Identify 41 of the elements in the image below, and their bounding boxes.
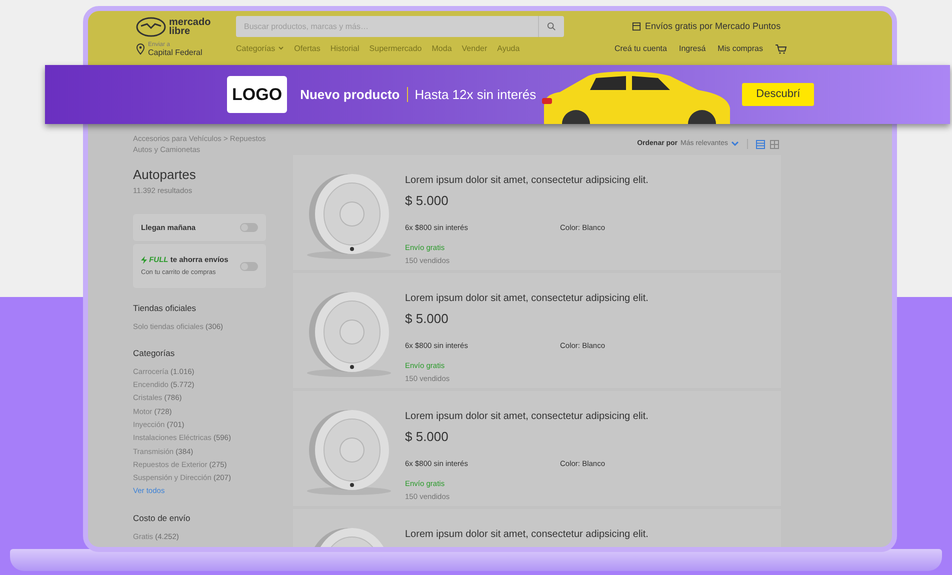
nav-link[interactable]: Historial bbox=[330, 43, 360, 55]
location-pin-icon bbox=[136, 43, 145, 55]
product-title[interactable]: Lorem ipsum dolor sit amet, consectetur adipsicing elit. bbox=[405, 527, 765, 542]
location-link[interactable]: Capital Federal bbox=[148, 49, 202, 57]
nav-link[interactable]: Categorías bbox=[236, 43, 276, 55]
filter-section-title: Costo de envío bbox=[133, 512, 192, 526]
box-icon bbox=[632, 22, 641, 31]
nav-link[interactable]: Moda bbox=[432, 43, 452, 55]
brand-logo: LOGO bbox=[227, 76, 288, 114]
filter-section-title: Categorías bbox=[133, 347, 176, 360]
product-price: $ 5.000 bbox=[405, 192, 450, 210]
product-title[interactable]: Lorem ipsum dolor sit amet, consectetur adipsicing elit. bbox=[405, 291, 765, 306]
chevron-down-icon[interactable] bbox=[278, 46, 284, 50]
lightning-bolt-icon bbox=[141, 256, 147, 264]
product-price: $ 5.000 bbox=[405, 310, 450, 328]
cart-icon[interactable] bbox=[775, 44, 787, 54]
grid-view-icon[interactable] bbox=[770, 140, 779, 148]
toggle-switch[interactable] bbox=[240, 222, 258, 232]
account-link[interactable]: Creá tu cuenta bbox=[614, 43, 667, 55]
product-price: $ 5.000 bbox=[405, 428, 450, 446]
list-view-icon[interactable] bbox=[756, 140, 765, 148]
banner-title: Nuevo producto bbox=[300, 86, 400, 104]
nav-link[interactable]: Vender bbox=[462, 43, 488, 55]
toggle-switch[interactable] bbox=[240, 262, 258, 270]
discover-button[interactable]: Descubrí bbox=[742, 83, 814, 106]
page-heading: Autopartes bbox=[133, 166, 197, 184]
handshake-logo-icon bbox=[136, 16, 166, 36]
banner-subtitle: Hasta 12x sin interés bbox=[414, 86, 536, 104]
promo-text[interactable]: Envíos gratis por Mercado Puntos bbox=[645, 20, 781, 34]
nav-link[interactable]: Ofertas bbox=[294, 43, 320, 55]
product-title[interactable]: Lorem ipsum dolor sit amet, consectetur adipsicing elit. bbox=[405, 409, 765, 424]
product-title[interactable]: Lorem ipsum dolor sit amet, consectetur adipsicing elit. bbox=[405, 173, 765, 188]
nav-link[interactable]: Ayuda bbox=[497, 43, 520, 55]
account-link[interactable]: Ingresá bbox=[678, 43, 706, 55]
filter-section-title: Tiendas oficiales bbox=[133, 302, 197, 315]
nav-link[interactable]: Supermercado bbox=[369, 43, 422, 55]
chevron-down-icon[interactable] bbox=[731, 141, 739, 147]
logo-text: mercado libre bbox=[169, 18, 212, 36]
search-icon[interactable] bbox=[547, 22, 556, 31]
account-link[interactable]: Mis compras bbox=[718, 43, 763, 55]
search-button[interactable] bbox=[538, 16, 564, 37]
